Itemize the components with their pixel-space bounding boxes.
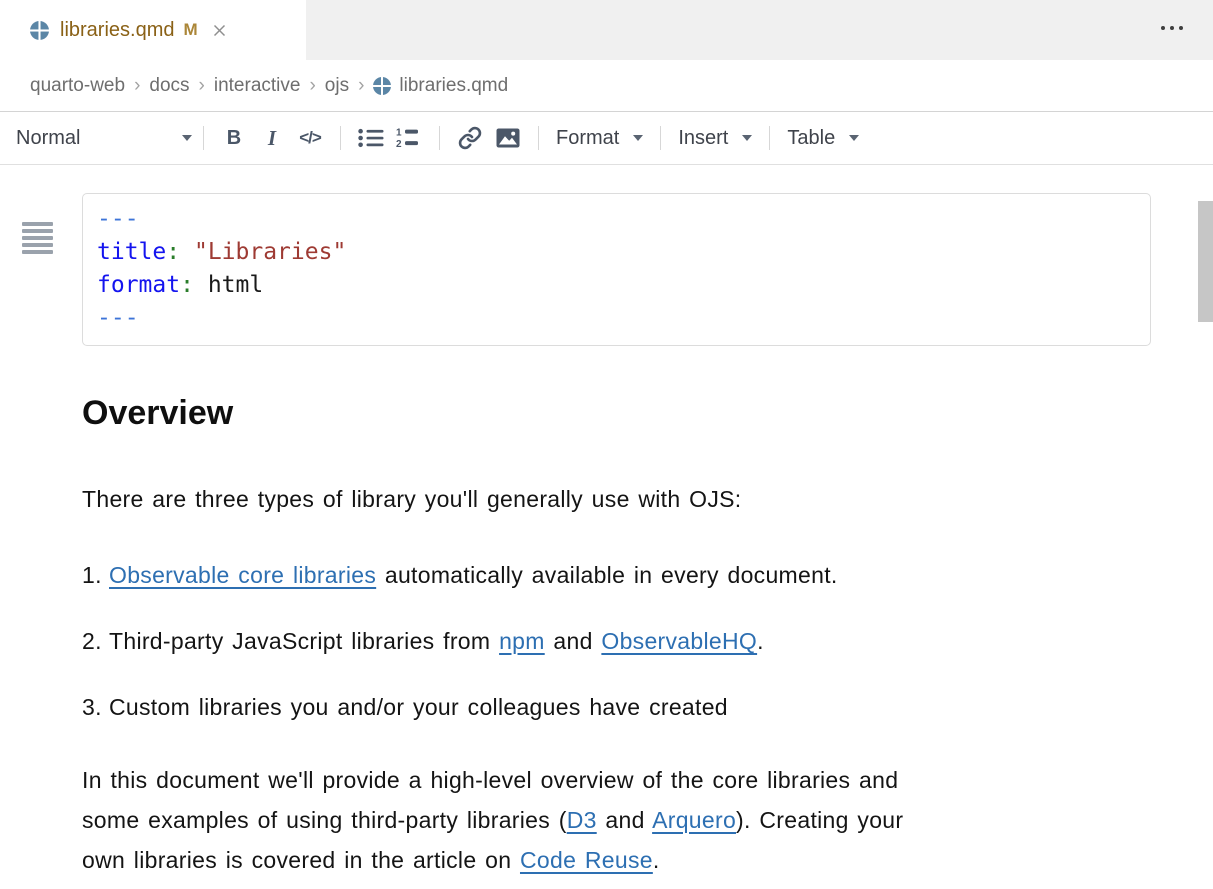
toolbar-divider — [538, 126, 539, 150]
chevron-down-icon — [182, 135, 192, 141]
svg-text:2: 2 — [396, 139, 402, 149]
document-heading[interactable]: Overview — [82, 392, 1213, 434]
yaml-code-line: --- — [97, 302, 1136, 335]
list-marker: 2. — [82, 621, 109, 661]
scrollbar-thumb[interactable] — [1198, 201, 1213, 322]
yaml-token-colon: : — [180, 272, 194, 298]
block-format-label: Normal — [16, 127, 80, 150]
yaml-code-line: --- — [97, 203, 1136, 236]
yaml-code-line: title: "Libraries" — [97, 236, 1136, 269]
breadcrumb-item-quarto-web[interactable]: quarto-web — [30, 75, 125, 97]
toolbar-divider — [203, 126, 204, 150]
text-link[interactable]: npm — [499, 628, 545, 654]
chevron-down-icon — [849, 135, 859, 141]
chevron-down-icon — [633, 135, 643, 141]
text-run: . — [653, 847, 660, 873]
insert-menu-label: Insert — [678, 127, 728, 150]
list-marker: 3. — [82, 687, 109, 727]
text-link[interactable]: Code Reuse — [520, 847, 653, 873]
yaml-token-colon: : — [166, 239, 180, 265]
link-icon — [458, 126, 482, 150]
text-run: . — [757, 628, 764, 654]
breadcrumb-separator: › — [309, 75, 315, 97]
modified-badge: M — [183, 20, 197, 40]
text-link[interactable]: Observable core libraries — [109, 562, 376, 588]
intro-paragraph[interactable]: There are three types of library you'll … — [82, 479, 1213, 519]
numbered-list: 1. Observable core libraries automatical… — [82, 555, 1213, 727]
bold-button[interactable]: B — [215, 120, 253, 156]
italic-button[interactable]: I — [253, 120, 291, 156]
list-item-text: Observable core libraries automatically … — [109, 555, 838, 595]
text-run: and — [597, 807, 652, 833]
list-item[interactable]: 2. Third-party JavaScript libraries from… — [82, 621, 1213, 661]
text-link[interactable]: D3 — [567, 807, 597, 833]
yaml-token-plain — [194, 272, 208, 298]
block-drag-handle-icon[interactable] — [22, 222, 53, 254]
editor-toolbar: Normal B I </> 1 2 — [0, 112, 1213, 165]
breadcrumb-separator: › — [358, 75, 364, 97]
toolbar-divider — [340, 126, 341, 150]
breadcrumb-item-file[interactable]: libraries.qmd — [373, 75, 508, 97]
quarto-logo-icon — [30, 21, 49, 40]
breadcrumb-item-ojs[interactable]: ojs — [325, 75, 349, 97]
text-run: automatically available in every documen… — [376, 562, 837, 588]
bullet-list-icon — [358, 128, 384, 148]
text-link[interactable]: ObservableHQ — [601, 628, 757, 654]
yaml-token-key: format — [97, 272, 180, 298]
insert-menu[interactable]: Insert — [678, 127, 752, 150]
table-menu-label: Table — [787, 127, 835, 150]
image-button[interactable] — [489, 120, 527, 156]
bullet-list-button[interactable] — [352, 120, 390, 156]
breadcrumb-separator: › — [134, 75, 140, 97]
yaml-token-key: title — [97, 239, 166, 265]
tab-bar: libraries.qmd M — [0, 0, 1213, 60]
editor-canvas[interactable]: ---title: "Libraries"format: html--- Ove… — [0, 193, 1213, 889]
closing-paragraph[interactable]: In this document we'll provide a high-le… — [82, 760, 922, 880]
yaml-token-delim: --- — [97, 305, 139, 331]
yaml-token-plain — [180, 239, 194, 265]
breadcrumb-separator: › — [199, 75, 205, 97]
yaml-token-string: "Libraries" — [194, 239, 346, 265]
numbered-list-icon: 1 2 — [396, 127, 422, 149]
yaml-token-plain: html — [208, 272, 263, 298]
list-item-text: Custom libraries you and/or your colleag… — [109, 687, 728, 727]
list-item-text: Third-party JavaScript libraries from np… — [109, 621, 764, 661]
code-button[interactable]: </> — [291, 120, 329, 156]
format-menu-label: Format — [556, 127, 619, 150]
quarto-logo-icon — [373, 77, 391, 95]
format-menu[interactable]: Format — [556, 127, 643, 150]
block-format-dropdown[interactable]: Normal — [16, 127, 192, 150]
text-run: Custom libraries you and/or your colleag… — [109, 694, 728, 720]
text-link[interactable]: Arquero — [652, 807, 736, 833]
text-run: Third-party JavaScript libraries from — [109, 628, 499, 654]
breadcrumb-item-docs[interactable]: docs — [149, 75, 189, 97]
list-item[interactable]: 3. Custom libraries you and/or your coll… — [82, 687, 1213, 727]
toolbar-divider — [660, 126, 661, 150]
toolbar-divider — [769, 126, 770, 150]
numbered-list-button[interactable]: 1 2 — [390, 120, 428, 156]
list-item[interactable]: 1. Observable core libraries automatical… — [82, 555, 1213, 595]
breadcrumb-file-label: libraries.qmd — [399, 75, 508, 97]
tab-title: libraries.qmd — [60, 19, 174, 42]
close-icon[interactable] — [209, 19, 231, 41]
breadcrumb: quarto-web › docs › interactive › ojs › … — [0, 60, 1213, 112]
yaml-front-matter-block[interactable]: ---title: "Libraries"format: html--- — [82, 193, 1151, 346]
yaml-token-delim: --- — [97, 206, 139, 232]
more-actions-icon[interactable] — [1157, 22, 1187, 34]
table-menu[interactable]: Table — [787, 127, 859, 150]
text-run: and — [545, 628, 602, 654]
image-icon — [496, 128, 520, 148]
list-marker: 1. — [82, 555, 109, 595]
toolbar-divider — [439, 126, 440, 150]
link-button[interactable] — [451, 120, 489, 156]
svg-text:1: 1 — [396, 128, 402, 139]
chevron-down-icon — [742, 135, 752, 141]
tab-libraries-qmd[interactable]: libraries.qmd M — [0, 0, 306, 60]
yaml-code-line: format: html — [97, 269, 1136, 302]
breadcrumb-item-interactive[interactable]: interactive — [214, 75, 301, 97]
